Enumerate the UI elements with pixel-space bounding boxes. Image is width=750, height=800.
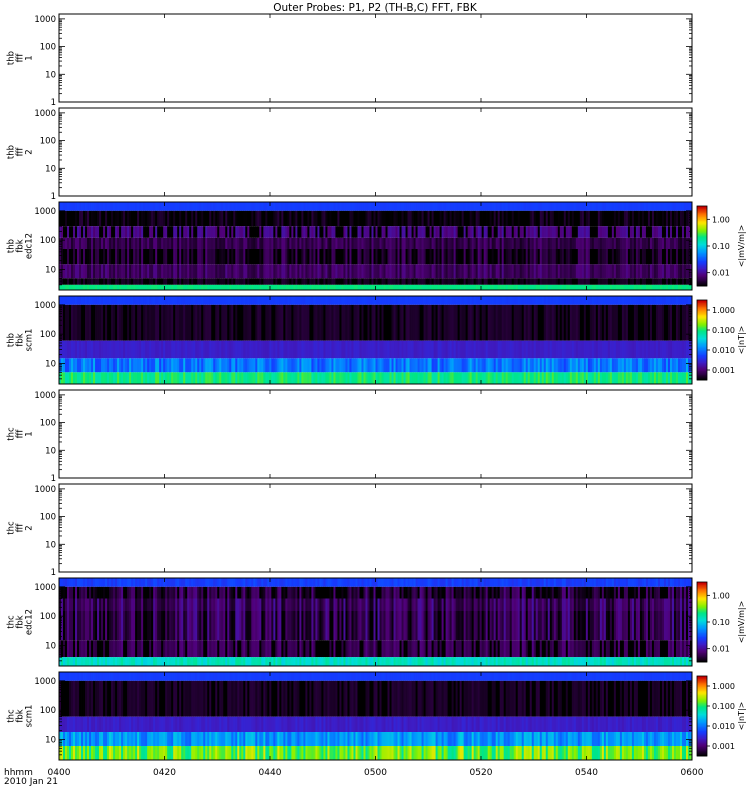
colorbar-tick-label: 1.000 bbox=[712, 306, 735, 315]
y-tick-label: 10 bbox=[45, 359, 56, 369]
y-tick-label: 10 bbox=[45, 265, 56, 275]
panel-frame bbox=[58, 483, 693, 573]
y-tick-label: 10 bbox=[45, 70, 56, 80]
y-axis-label: thbfff1 bbox=[6, 51, 34, 65]
y-axis-label: thcfff1 bbox=[6, 427, 34, 441]
y-tick-label: 1000 bbox=[34, 391, 56, 401]
y-tick-label: 1000 bbox=[34, 15, 56, 25]
colorbar-label: <|mV/m|> bbox=[737, 225, 746, 268]
y-axis-label-line: 2 bbox=[24, 149, 34, 154]
colorbar-tick-label: 0.010 bbox=[712, 346, 735, 355]
colorbar-tick-label: 0.100 bbox=[712, 326, 735, 335]
y-tick-label: 1000 bbox=[34, 207, 56, 217]
spectrogram-fill bbox=[59, 202, 693, 290]
y-axis-label: thcfff2 bbox=[6, 521, 34, 535]
spectrogram-figure: Outer Probes: P1, P2 (TH-B,C) FFT, FBK 1… bbox=[4, 2, 746, 787]
y-axis-label: thbfbkedc12 bbox=[6, 233, 34, 259]
panel-frame bbox=[58, 13, 693, 103]
y-axis-label: thbfff2 bbox=[6, 145, 34, 159]
y-tick-label: 1000 bbox=[34, 485, 56, 495]
y-tick-label: 1 bbox=[51, 568, 56, 578]
y-axis-label-line: scm1 bbox=[24, 329, 34, 352]
y-tick-label: 1 bbox=[51, 192, 56, 202]
colorbar: 0.001 0.010 0.100 1.000 <|nT|> bbox=[696, 299, 746, 381]
panel-1: 1 10 100 1000 thbfff1 bbox=[6, 13, 693, 108]
panel-7: 101001000thcfbkedc120.010.101.00<|mV/m|> bbox=[6, 577, 746, 667]
y-tick-label: 100 bbox=[40, 513, 56, 523]
panel-frame bbox=[58, 107, 693, 197]
panel-3: 10 100 1000 thbfbkedc12 0.01 0.10 1.00 <|mV/m|> bbox=[6, 201, 746, 291]
y-tick-label: 100 bbox=[40, 236, 56, 246]
figure-title: Outer Probes: P1, P2 (TH-B,C) FFT, FBK bbox=[273, 2, 478, 14]
spectrogram-fill bbox=[59, 296, 693, 384]
panel-5: 1 10 100 1000 thcfff1 bbox=[6, 389, 693, 484]
colorbar-label: <|nT|> bbox=[737, 326, 746, 355]
colorbar-tick-label: 0.10 bbox=[712, 242, 730, 251]
y-tick-label: 100 bbox=[40, 330, 56, 340]
y-tick-label: 100 bbox=[40, 43, 56, 53]
panel-stack: 1101001000thbfff11101001000thbfff2101001… bbox=[6, 13, 746, 761]
y-tick-label: 10 bbox=[45, 164, 56, 174]
panel-frame bbox=[58, 389, 693, 479]
colorbar: 0.01 0.10 1.00 <|mV/m|> bbox=[696, 205, 746, 287]
panel-6: 1 10 100 1000 thcfff2 bbox=[6, 483, 693, 578]
panel-2: 1 10 100 1000 thbfff2 bbox=[6, 107, 693, 202]
y-tick-label: 1000 bbox=[34, 301, 56, 311]
y-axis-label-line: 1 bbox=[24, 431, 34, 436]
y-axis-label-line: 1 bbox=[24, 55, 34, 60]
y-tick-label: 1000 bbox=[34, 109, 56, 119]
y-tick-label: 10 bbox=[45, 540, 56, 550]
colorbar-tick-label: 1.00 bbox=[712, 215, 730, 224]
colorbar-tick-label: 0.001 bbox=[712, 366, 735, 375]
y-axis-label: thbfbkscm1 bbox=[6, 329, 34, 352]
y-tick-label: 100 bbox=[40, 137, 56, 147]
y-axis-label-line: edc12 bbox=[24, 233, 34, 259]
y-tick-label: 10 bbox=[45, 446, 56, 456]
y-tick-label: 1 bbox=[51, 474, 56, 484]
colorbar-tick-label: 0.01 bbox=[712, 269, 730, 278]
panel-4: 10 100 1000 thbfbkscm1 0.001 0.010 0.100 1.000 <… bbox=[6, 295, 746, 385]
y-tick-label: 1 bbox=[51, 98, 56, 108]
y-tick-label: 100 bbox=[40, 419, 56, 429]
spectrogram-fill bbox=[59, 578, 693, 666]
y-axis-label-line: 2 bbox=[24, 525, 34, 530]
